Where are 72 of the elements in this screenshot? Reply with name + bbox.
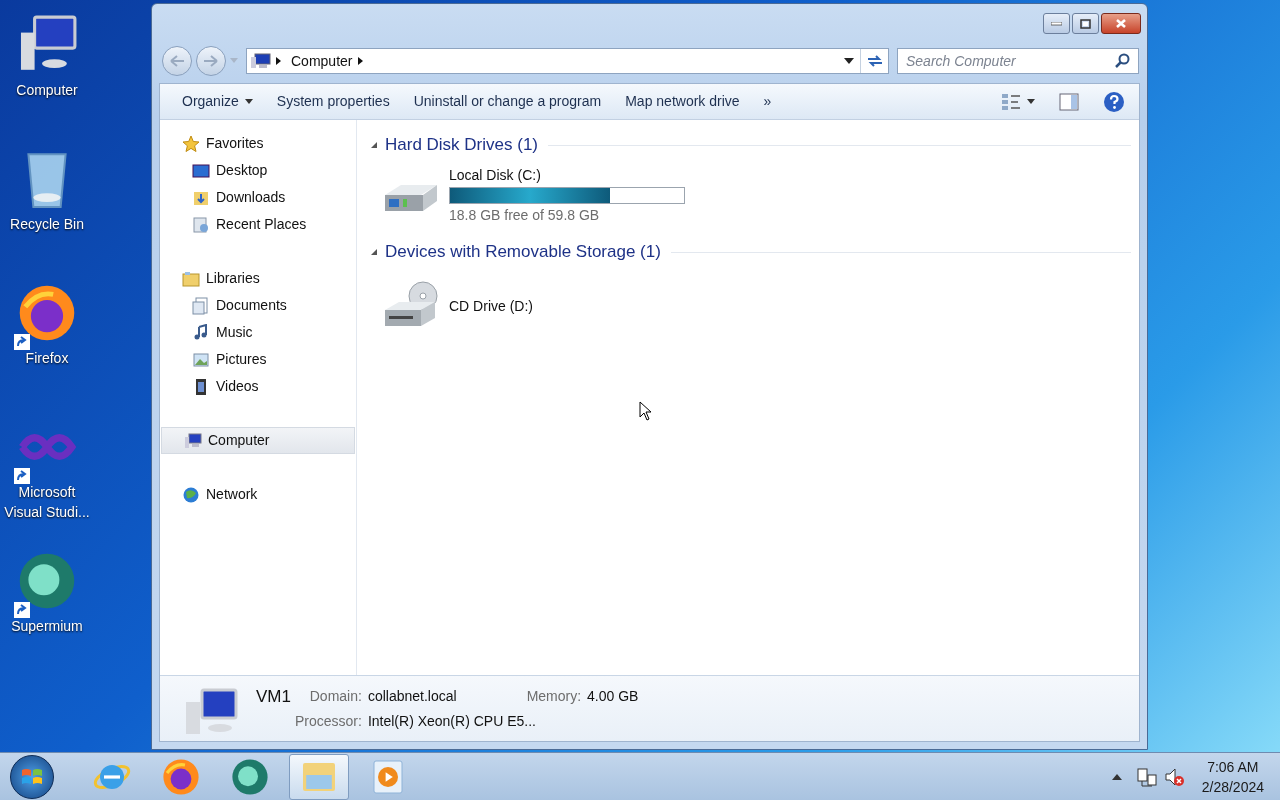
nav-item[interactable]: Downloads	[160, 184, 356, 211]
clock[interactable]: 7:06 AM 2/28/2024	[1201, 756, 1264, 797]
computer-icon	[251, 53, 271, 69]
minimize-button[interactable]	[1043, 13, 1070, 34]
toolbar-button[interactable]: Map network drive	[615, 87, 750, 116]
drive-name[interactable]: CD Drive (D:)	[449, 295, 533, 316]
minimize-icon	[1051, 21, 1062, 26]
nav-item[interactable]: Computer	[161, 427, 355, 454]
detail-value: Intel(R) Xeon(R) CPU E5...	[367, 712, 537, 731]
recent-places-icon	[192, 215, 210, 234]
nav-item[interactable]: Network	[160, 481, 356, 508]
show-hidden-icons-icon[interactable]	[1111, 773, 1122, 780]
toolbar-button[interactable]: Uninstall or change a program	[403, 87, 612, 116]
nav-item[interactable]: Documents	[160, 292, 356, 319]
pictures-icon	[192, 350, 210, 369]
refresh-icon	[866, 55, 883, 67]
caret-icon	[1027, 99, 1035, 104]
mouse-pointer-icon	[639, 401, 653, 421]
nav-item[interactable]: Videos	[160, 373, 356, 400]
computer-name: VM1	[256, 686, 291, 708]
start-button[interactable]	[10, 754, 54, 799]
group-header[interactable]: Devices with Removable Storage (1)	[385, 239, 661, 265]
detail-label: Domain:	[308, 687, 362, 706]
nav-item[interactable]: Libraries	[160, 265, 356, 292]
close-button[interactable]	[1101, 13, 1141, 34]
sphere-icon	[230, 756, 270, 797]
nav-item[interactable]: Recent Places	[160, 211, 356, 238]
detail-label: Processor:	[294, 712, 362, 731]
view-button[interactable]	[1001, 92, 1035, 111]
maximize-button[interactable]	[1072, 13, 1099, 34]
free-space-text: 18.8 GB free of 59.8 GB	[449, 206, 601, 225]
detail-value: collabnet.local	[367, 687, 458, 706]
nav-item[interactable]: Pictures	[160, 346, 356, 373]
toolbar-button[interactable]: »	[753, 87, 782, 116]
maximize-icon	[1080, 18, 1091, 29]
fox-globe-icon	[161, 756, 201, 797]
search-icon	[1115, 53, 1131, 69]
detail-label: Memory:	[526, 687, 582, 706]
desktop-icon-label[interactable]: Firefox	[23, 348, 71, 368]
search-field[interactable]: Search Computer	[897, 48, 1139, 74]
documents-icon	[192, 296, 210, 315]
breadcrumb[interactable]: Computer	[287, 50, 357, 72]
help-icon[interactable]	[1103, 90, 1125, 113]
desktop-icon-label[interactable]: Microsoft Visual Studi...	[0, 482, 94, 522]
star-icon	[182, 134, 200, 153]
desktop-icon	[192, 161, 210, 180]
drive-name[interactable]: Local Disk (C:)	[449, 165, 685, 185]
nav-item[interactable]: Music	[160, 319, 356, 346]
collapse-arrow-icon[interactable]	[369, 140, 379, 150]
group-header[interactable]: Hard Disk Drives (1)	[385, 132, 539, 158]
library-icon	[182, 269, 200, 288]
toolbar-button[interactable]: System properties	[266, 87, 400, 116]
forward-arrow-icon	[203, 55, 219, 67]
close-icon	[1115, 18, 1127, 29]
desktop-icon-label[interactable]: Supermium	[9, 616, 85, 636]
muted-speaker-icon[interactable]	[1163, 766, 1186, 787]
detail-value: 4.00 GB	[587, 687, 639, 706]
globe-icon	[182, 485, 200, 504]
desktop-icon-label[interactable]: Computer	[14, 80, 80, 100]
toolbar-button[interactable]: Organize	[172, 87, 263, 116]
taskbar-button[interactable]	[289, 753, 349, 800]
view-icon	[1001, 92, 1021, 111]
dropdown-caret-icon[interactable]	[844, 58, 854, 64]
back-arrow-icon	[169, 55, 185, 67]
computer-icon	[184, 431, 202, 450]
collapse-arrow-icon[interactable]	[369, 247, 379, 257]
nav-item[interactable]: Favorites	[160, 130, 356, 157]
desktop-icon-label[interactable]: Recycle Bin	[8, 214, 86, 234]
music-note-icon	[192, 323, 210, 342]
nav-item[interactable]: Desktop	[160, 157, 356, 184]
network-icon[interactable]	[1135, 766, 1158, 787]
address-bar[interactable]: Computer	[246, 48, 889, 74]
